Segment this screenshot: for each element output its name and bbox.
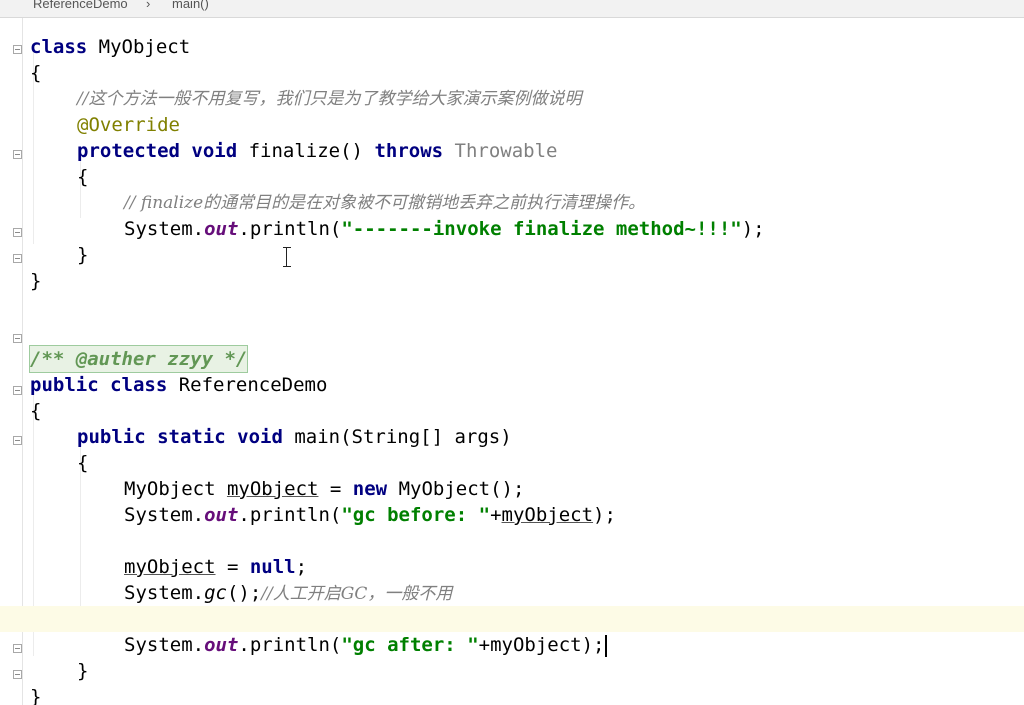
code-line[interactable]: { bbox=[0, 372, 1024, 422]
code-token: ); bbox=[593, 504, 616, 526]
code-line[interactable]: } bbox=[0, 242, 1024, 292]
code-token: .println( bbox=[238, 504, 342, 526]
code-line[interactable]: protected void finalize() throws Throwab… bbox=[0, 112, 1024, 162]
code-line[interactable]: System.gc();//人工开启GC，一般不用 bbox=[0, 554, 1024, 604]
code-token: System. bbox=[124, 504, 205, 526]
code-line[interactable]: } bbox=[0, 658, 1024, 705]
code-line[interactable]: // finalize的通常目的是在对象被不可撤销地丢弃之前执行清理操作。 bbox=[0, 164, 1024, 213]
code-line[interactable]: } bbox=[0, 216, 1024, 266]
code-line[interactable]: MyObject myObject = new MyObject(); bbox=[0, 450, 1024, 500]
code-line[interactable]: class MyObject bbox=[0, 8, 1024, 58]
brace: } bbox=[30, 686, 42, 705]
method-call: gc bbox=[204, 582, 227, 604]
code-line[interactable]: /** @auther zzyy */ bbox=[0, 320, 1024, 373]
code-token: System. bbox=[124, 582, 205, 604]
code-token: (); bbox=[226, 582, 262, 604]
variable: myObject bbox=[501, 504, 594, 526]
code-line[interactable]: @Override bbox=[0, 86, 1024, 136]
code-line[interactable]: { bbox=[0, 34, 1024, 84]
code-token: + bbox=[490, 504, 502, 526]
code-line-current[interactable]: System.out.println("gc after: "+myObject… bbox=[0, 606, 1024, 657]
brace: } bbox=[30, 270, 42, 292]
code-line[interactable]: } bbox=[0, 632, 1024, 682]
code-line[interactable]: { bbox=[0, 138, 1024, 188]
string-literal: "gc before: " bbox=[341, 504, 491, 526]
ibeam-cursor-icon bbox=[283, 247, 291, 267]
code-line[interactable]: public class ReferenceDemo bbox=[0, 346, 1024, 396]
code-line[interactable]: myObject = null; bbox=[0, 528, 1024, 578]
code-line[interactable]: public static void main(String[] args) bbox=[0, 398, 1024, 448]
code-line[interactable]: { bbox=[0, 424, 1024, 474]
code-line[interactable]: //这个方法一般不用复写，我们只是为了教学给大家演示案例做说明 bbox=[0, 60, 1024, 109]
code-line[interactable]: System.out.println("gc before: "+myObjec… bbox=[0, 476, 1024, 526]
comment: //人工开启GC，一般不用 bbox=[261, 584, 453, 604]
code-line[interactable]: System.out.println("-------invoke finali… bbox=[0, 190, 1024, 240]
static-field: out bbox=[204, 504, 239, 526]
